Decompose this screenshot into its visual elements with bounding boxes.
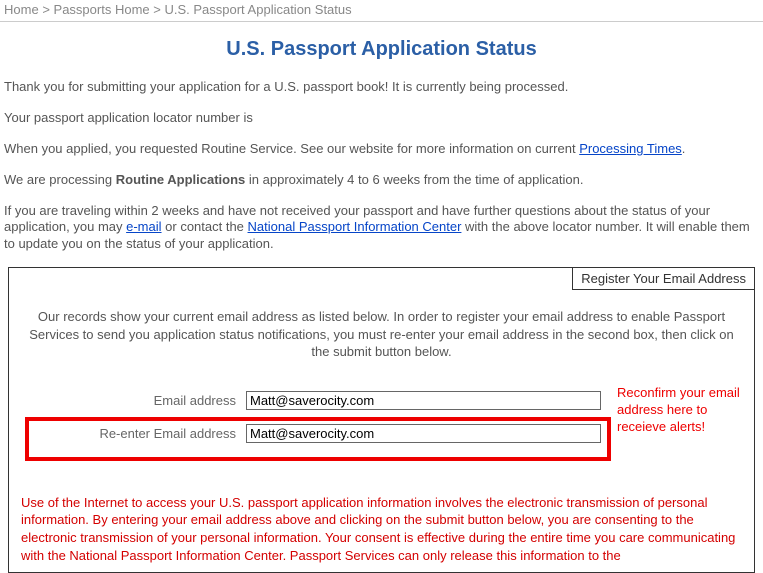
register-intro-text: Our records show your current email addr… (21, 308, 742, 361)
breadcrumb-passports-home[interactable]: Passports Home (54, 2, 150, 17)
email-form: Email address Re-enter Email address Rec… (21, 391, 742, 462)
email-label: Email address (21, 393, 246, 408)
processing-times-link[interactable]: Processing Times (579, 141, 682, 156)
register-tab-label: Register Your Email Address (572, 267, 755, 290)
main-content: Thank you for submitting your applicatio… (0, 79, 763, 253)
thank-you-text: Thank you for submitting your applicatio… (4, 79, 759, 96)
travel-advice-text: If you are traveling within 2 weeks and … (4, 203, 759, 254)
breadcrumb-home[interactable]: Home (4, 2, 39, 17)
disclaimer-text: Use of the Internet to access your U.S. … (21, 494, 742, 564)
breadcrumb-sep: > (42, 2, 50, 17)
callout-text: Reconfirm your email address here to rec… (617, 385, 757, 436)
breadcrumb: Home > Passports Home > U.S. Passport Ap… (0, 0, 763, 22)
breadcrumb-sep: > (153, 2, 161, 17)
reenter-email-field[interactable] (246, 424, 601, 443)
service-text: When you applied, you requested Routine … (4, 141, 759, 158)
email-link[interactable]: e-mail (126, 219, 161, 234)
npic-link[interactable]: National Passport Information Center (248, 219, 462, 234)
routine-bold: Routine Applications (116, 172, 246, 187)
register-box: Register Your Email Address Our records … (8, 267, 755, 573)
email-field[interactable] (246, 391, 601, 410)
reenter-email-label: Re-enter Email address (21, 426, 246, 441)
processing-time-text: We are processing Routine Applications i… (4, 172, 759, 189)
breadcrumb-current: U.S. Passport Application Status (164, 2, 351, 17)
page-title: U.S. Passport Application Status (0, 38, 763, 61)
locator-text: Your passport application locator number… (4, 110, 759, 127)
